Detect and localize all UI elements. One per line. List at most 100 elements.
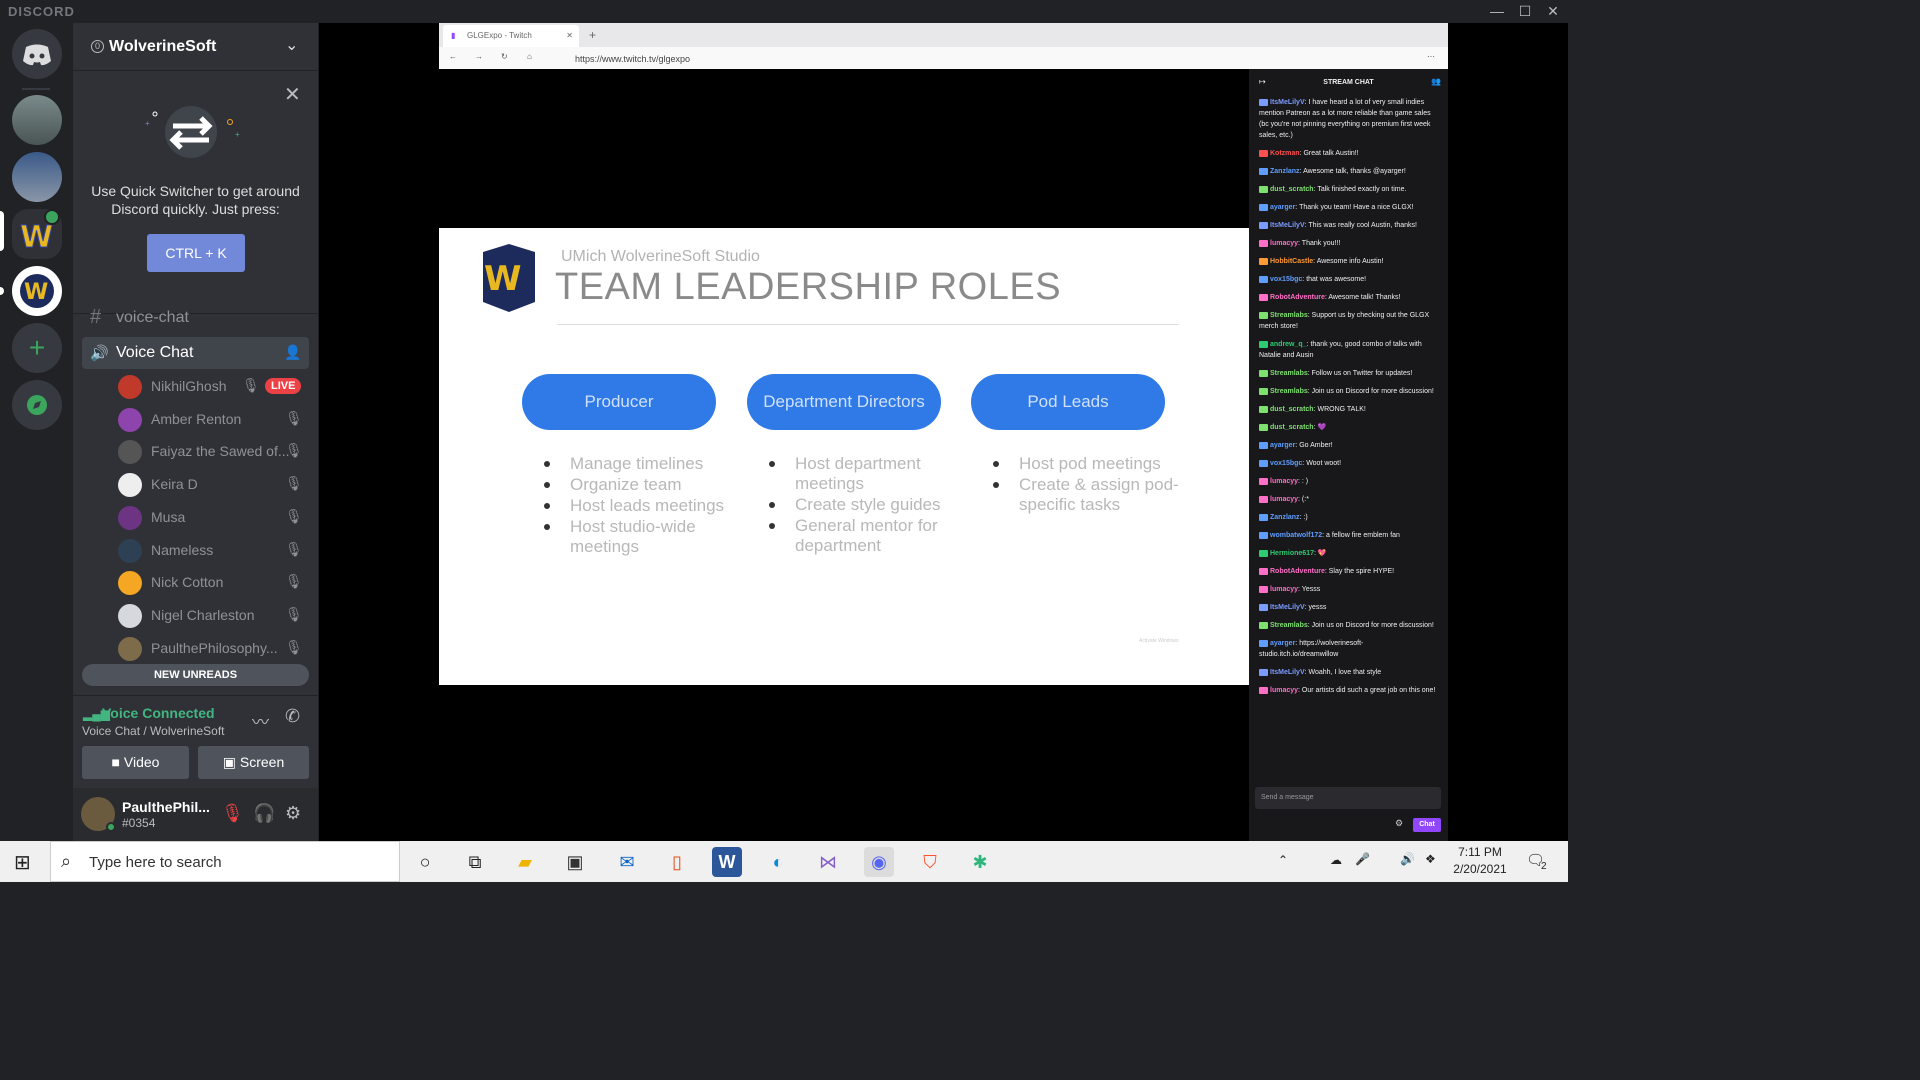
username[interactable]: PaulthePhil... xyxy=(122,799,210,815)
server-icon-2[interactable] xyxy=(12,152,62,202)
chat-username[interactable]: RobotAdventure xyxy=(1270,294,1325,301)
chat-username[interactable]: lumacyy xyxy=(1270,240,1298,247)
voice-user-row[interactable]: PaulthePhilosophy... 🎙 xyxy=(82,633,309,665)
chat-input[interactable]: Send a message xyxy=(1255,787,1441,809)
home-icon[interactable]: ⌂ xyxy=(527,52,532,61)
voice-user-row[interactable]: Nameless 🎙 xyxy=(82,535,309,567)
visual-studio-icon[interactable]: ⋈ xyxy=(813,847,843,877)
close-icon[interactable]: ✕ xyxy=(284,82,301,107)
office-icon[interactable]: ▯ xyxy=(662,847,692,877)
collapse-icon[interactable]: ↦ xyxy=(1259,77,1266,86)
chat-username[interactable]: Hermione617 xyxy=(1270,550,1314,557)
new-tab-icon[interactable]: + xyxy=(589,28,596,42)
chat-username[interactable]: ayarger xyxy=(1270,442,1295,449)
dropbox-icon[interactable]: ❖ xyxy=(1425,852,1436,866)
explore-servers-button[interactable] xyxy=(12,380,62,430)
chat-username[interactable]: RobotAdventure xyxy=(1270,568,1325,575)
chat-username[interactable]: ItsMeLilyV xyxy=(1270,222,1305,229)
brave-icon[interactable]: ⛉ xyxy=(915,847,945,877)
chat-username[interactable]: ItsMeLilyV xyxy=(1270,669,1305,676)
chat-username[interactable]: Zanzlanz xyxy=(1270,514,1300,521)
tray-chevron-icon[interactable]: ⌃ xyxy=(1278,853,1288,867)
server-icon-1[interactable] xyxy=(12,95,62,145)
chat-username[interactable]: ItsMeLilyV xyxy=(1270,99,1305,106)
server-icon-wolverinesoft[interactable]: W xyxy=(12,266,62,316)
onedrive-icon[interactable]: ☁ xyxy=(1330,853,1342,867)
chat-username[interactable]: ayarger xyxy=(1270,640,1295,647)
volume-icon[interactable]: 🔊 xyxy=(1400,852,1415,866)
voice-user-row[interactable]: NikhilGhosh LIVE 🎙 xyxy=(82,371,309,403)
chat-send-button[interactable]: Chat xyxy=(1413,818,1441,832)
taskbar-search[interactable]: ⌕ Type here to search xyxy=(50,841,400,882)
video-button[interactable]: ■ Video xyxy=(82,746,189,779)
voice-user-row[interactable]: Keira D 🎙 xyxy=(82,469,309,501)
mail-icon[interactable]: ✉ xyxy=(612,847,642,877)
voice-user-row[interactable]: Amber Renton 🎙 xyxy=(82,404,309,436)
cortana-icon[interactable]: ○ xyxy=(410,847,440,877)
close-window-button[interactable]: ✕ xyxy=(1538,0,1568,23)
guild-header[interactable]: 0 WolverineSoft ⌄ xyxy=(73,23,318,71)
system-clock[interactable]: 7:11 PM 2/20/2021 xyxy=(1440,844,1520,878)
chat-username[interactable]: HobbitCastle xyxy=(1270,258,1313,265)
task-view-icon[interactable]: ⧉ xyxy=(460,847,490,877)
add-server-button[interactable]: + xyxy=(12,323,62,373)
quick-switcher-shortcut-button[interactable]: CTRL + K xyxy=(147,234,245,272)
chat-username[interactable]: ItsMeLilyV xyxy=(1270,604,1305,611)
chat-username[interactable]: Streamlabs xyxy=(1270,370,1308,377)
chat-username[interactable]: wombatwolf172 xyxy=(1270,532,1322,539)
chat-username[interactable]: vox15bgc xyxy=(1270,276,1302,283)
noise-suppression-icon[interactable]: 〰 xyxy=(252,708,269,733)
chevron-down-icon[interactable]: ⌄ xyxy=(285,35,298,55)
discord-taskbar-icon[interactable]: ◉ xyxy=(864,847,894,877)
invite-user-icon[interactable]: 👤 xyxy=(284,344,301,361)
voice-status[interactable]: Voice Connected xyxy=(102,705,215,721)
close-tab-icon[interactable]: ✕ xyxy=(566,25,573,47)
chat-username[interactable]: lumacyy xyxy=(1270,687,1298,694)
forward-icon[interactable]: → xyxy=(475,52,483,61)
windows-start-icon[interactable]: ⊞ xyxy=(14,850,31,875)
chat-username[interactable]: lumacyy xyxy=(1270,496,1298,503)
chat-username[interactable]: Streamlabs xyxy=(1270,388,1308,395)
voice-channel-voice-chat[interactable]: 🔊 Voice Chat 👤 xyxy=(82,337,309,369)
store-icon[interactable]: ▣ xyxy=(560,847,590,877)
chat-username[interactable]: ayarger xyxy=(1270,204,1295,211)
minimize-button[interactable]: — xyxy=(1482,0,1512,23)
headphones-icon[interactable]: 🎧 xyxy=(253,803,275,824)
gear-icon[interactable]: ⚙ xyxy=(285,803,301,824)
chat-settings-icon[interactable]: ⚙ xyxy=(1395,818,1403,829)
slack-icon[interactable]: ✱ xyxy=(965,847,995,877)
maximize-button[interactable]: ☐ xyxy=(1510,0,1540,23)
back-icon[interactable]: ← xyxy=(449,52,457,61)
disconnect-icon[interactable]: ✆ xyxy=(285,706,300,727)
word-icon[interactable]: W xyxy=(712,847,742,877)
chat-username[interactable]: dust_scratch xyxy=(1270,186,1314,193)
home-button[interactable] xyxy=(12,29,62,79)
menu-icon[interactable]: ⋯ xyxy=(1427,52,1435,61)
chat-username[interactable]: Zanzlanz xyxy=(1270,168,1300,175)
chat-username[interactable]: Kotzman xyxy=(1270,150,1300,157)
screen-share-button[interactable]: ▣ Screen xyxy=(198,746,309,779)
file-explorer-icon[interactable]: ▰ xyxy=(510,847,540,877)
voice-user-row[interactable]: Nigel Charleston 🎙 xyxy=(82,600,309,632)
chat-username[interactable]: dust_scratch xyxy=(1270,406,1314,413)
chat-username[interactable]: Streamlabs xyxy=(1270,312,1308,319)
chat-username[interactable]: Streamlabs xyxy=(1270,622,1308,629)
reload-icon[interactable]: ↻ xyxy=(501,52,508,61)
chat-username[interactable]: lumacyy xyxy=(1270,478,1298,485)
chat-username[interactable]: lumacyy xyxy=(1270,586,1298,593)
browser-tab[interactable]: ▮ GLGExpo - Twitch ✕ xyxy=(443,25,579,47)
address-bar[interactable]: https://www.twitch.tv/glgexpo xyxy=(575,54,690,64)
users-icon[interactable]: 👥 xyxy=(1431,77,1441,86)
voice-user-row[interactable]: Faiyaz the Sawed of... 🎙 xyxy=(82,436,309,468)
voice-user-row[interactable]: Nick Cotton 🎙 xyxy=(82,567,309,599)
voice-location[interactable]: Voice Chat / WolverineSoft xyxy=(82,724,225,738)
chat-username[interactable]: dust_scratch xyxy=(1270,424,1314,431)
edge-icon[interactable]: ◐ xyxy=(763,847,793,877)
voice-user-row[interactable]: Musa 🎙 xyxy=(82,502,309,534)
new-unreads-button[interactable]: NEW UNREADS xyxy=(82,664,309,686)
mute-mic-icon[interactable]: 🎙 xyxy=(221,803,244,824)
text-channel-voice-chat[interactable]: # voice-chat xyxy=(82,302,309,334)
chat-username[interactable]: andrew_q_ xyxy=(1270,341,1307,348)
stream-viewer[interactable]: ▮ GLGExpo - Twitch ✕ + ← → ↻ ⌂ https://w… xyxy=(319,23,1568,841)
chat-username[interactable]: vox15bgc xyxy=(1270,460,1302,467)
